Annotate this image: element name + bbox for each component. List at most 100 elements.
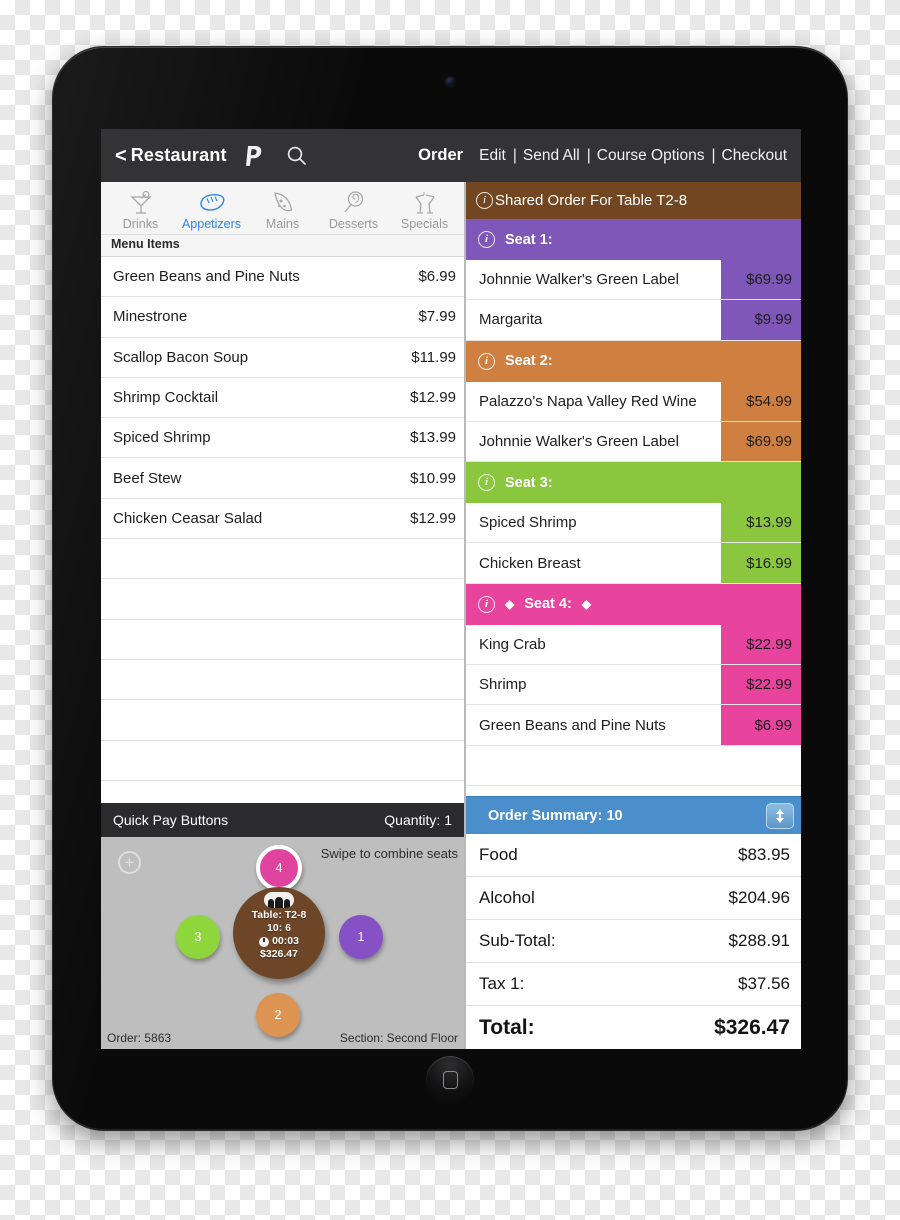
summary-row-value: $204.96 xyxy=(728,888,790,907)
seat-dot-2-number: 2 xyxy=(274,1008,282,1022)
checkout-button[interactable]: Checkout xyxy=(722,147,787,165)
order-item-row[interactable]: Green Beans and Pine Nuts $6.99 xyxy=(466,705,801,746)
course-options-button[interactable]: Course Options xyxy=(597,147,705,165)
menu-items-header: Menu Items xyxy=(101,235,464,257)
order-item-name: Spiced Shrimp xyxy=(479,514,577,532)
order-item-name: Johnnie Walker's Green Label xyxy=(479,271,679,289)
order-item-row[interactable]: Johnnie Walker's Green Label $69.99 xyxy=(466,421,801,463)
tab-mains[interactable]: Mains xyxy=(247,188,318,231)
table-name: Table: T2-8 xyxy=(251,909,307,921)
menu-item-row-empty[interactable] xyxy=(101,781,464,803)
summary-row: Alcohol $204.96 xyxy=(466,877,801,920)
back-button[interactable]: < Restaurant xyxy=(115,145,227,166)
seat-header[interactable]: i Seat 3: xyxy=(466,462,801,504)
order-item-row[interactable]: Margarita $9.99 xyxy=(466,300,801,341)
menu-item-row[interactable]: Shrimp Cocktail $12.99 xyxy=(101,378,464,419)
seat-dot-2[interactable]: 2 xyxy=(256,993,300,1037)
order-item-row[interactable]: Shrimp $22.99 xyxy=(466,665,801,706)
main-content: Drinks Appetizers Mains Desserts Special… xyxy=(101,182,801,1049)
tab-drinks[interactable]: Drinks xyxy=(105,188,176,231)
menu-item-row[interactable]: Spiced Shrimp $13.99 xyxy=(101,418,464,459)
order-item-row-empty[interactable] xyxy=(466,745,801,786)
quick-pay-label[interactable]: Quick Pay Buttons xyxy=(113,812,384,828)
seat-label: Seat 3: xyxy=(505,474,553,491)
send-all-button[interactable]: Send All xyxy=(523,147,580,165)
summary-row-label: Food xyxy=(479,845,518,864)
diamond-icon: ◆ xyxy=(581,597,592,612)
shared-order-header[interactable]: i Shared Order For Table T2-8 xyxy=(466,182,801,219)
tab-appetizers[interactable]: Appetizers xyxy=(176,188,247,231)
seat-map[interactable]: + Swipe to combine seats 4 3 1 2 Table: … xyxy=(101,837,464,1049)
swipe-hint-label: Swipe to combine seats xyxy=(320,846,458,861)
search-icon[interactable] xyxy=(286,145,308,167)
menu-item-row-empty[interactable] xyxy=(101,539,464,580)
order-item-price: $22.99 xyxy=(721,624,801,665)
menu-item-price: $11.99 xyxy=(411,348,456,366)
seat-dot-1[interactable]: 1 xyxy=(339,915,383,959)
menu-item-row[interactable]: Scallop Bacon Soup $11.99 xyxy=(101,338,464,378)
menu-item-name: Beef Stew xyxy=(113,469,182,487)
separator-3: | xyxy=(711,146,716,164)
order-summary-header: Order Summary: 10 xyxy=(466,796,801,834)
order-item-row[interactable]: Chicken Breast $16.99 xyxy=(466,543,801,584)
order-item-row[interactable]: King Crab $22.99 xyxy=(466,624,801,666)
menu-item-row-empty[interactable] xyxy=(101,700,464,741)
back-button-label: Restaurant xyxy=(130,145,227,165)
menu-item-row-empty[interactable] xyxy=(101,660,464,701)
menu-item-list[interactable]: Green Beans and Pine Nuts $6.99 Minestrone… xyxy=(101,257,464,803)
seat-header[interactable]: i ◆ Seat 4: ◆ xyxy=(466,583,801,625)
order-item-row[interactable]: Palazzo's Napa Valley Red Wine $54.99 xyxy=(466,381,801,422)
up-down-arrow-icon[interactable] xyxy=(766,802,794,829)
summary-row-label: Sub-Total: xyxy=(479,931,556,950)
summary-row: Food $83.95 xyxy=(466,834,801,877)
seat-dot-4[interactable]: 4 xyxy=(256,845,302,891)
table-amount: $326.47 xyxy=(260,948,298,960)
cheers-icon xyxy=(411,188,439,216)
order-tab-label[interactable]: Order xyxy=(418,146,463,165)
back-chevron-icon: < xyxy=(115,144,127,167)
info-icon[interactable]: i xyxy=(478,352,495,370)
order-item-name: King Crab xyxy=(479,635,546,653)
menu-item-row[interactable]: Green Beans and Pine Nuts $6.99 xyxy=(101,257,464,298)
order-item-row-empty[interactable] xyxy=(466,785,801,796)
menu-item-row-empty[interactable] xyxy=(101,741,464,781)
menu-item-name: Shrimp Cocktail xyxy=(113,389,219,407)
tab-specials[interactable]: Specials xyxy=(389,188,460,231)
menu-item-row-empty[interactable] xyxy=(101,620,464,660)
seat-dot-3[interactable]: 3 xyxy=(176,915,220,959)
order-item-name: Green Beans and Pine Nuts xyxy=(479,716,666,734)
menu-item-row[interactable]: Beef Stew $10.99 xyxy=(101,458,464,499)
order-items-list[interactable]: i Shared Order For Table T2-8 i Seat 1: John… xyxy=(466,182,801,796)
paypal-icon[interactable] xyxy=(244,144,264,168)
info-icon[interactable]: i xyxy=(478,595,495,613)
menu-item-row-empty[interactable] xyxy=(101,579,464,620)
edit-button[interactable]: Edit xyxy=(479,147,506,165)
seat-header[interactable]: i Seat 2: xyxy=(466,340,801,382)
order-item-row[interactable]: Johnnie Walker's Green Label $69.99 xyxy=(466,260,801,301)
seat-dot-3-number: 3 xyxy=(194,930,202,944)
seat-dot-4-number: 4 xyxy=(275,861,283,875)
seat-label: Seat 2: xyxy=(505,353,553,370)
tab-desserts[interactable]: Desserts xyxy=(318,188,389,231)
menu-item-name: Spiced Shrimp xyxy=(113,429,211,447)
pizza-icon xyxy=(270,188,296,216)
summary-row: Total: $326.47 xyxy=(466,1006,801,1049)
home-square-icon xyxy=(442,1071,458,1089)
order-item-name: Chicken Breast xyxy=(479,554,581,572)
plus-circle-icon[interactable]: + xyxy=(118,851,141,874)
menu-item-row[interactable]: Chicken Ceasar Salad $12.99 xyxy=(101,499,464,540)
lollipop-icon xyxy=(341,188,367,216)
order-summary-title: Order Summary: 10 xyxy=(488,807,623,824)
summary-row-label: Alcohol xyxy=(479,888,535,907)
menu-item-row[interactable]: Minestrone $7.99 xyxy=(101,297,464,338)
info-icon[interactable]: i xyxy=(478,474,495,492)
table-time: 00:03 xyxy=(272,935,299,947)
seat-header[interactable]: i Seat 1: xyxy=(466,219,801,260)
info-icon[interactable]: i xyxy=(478,231,495,248)
menu-item-price: $13.99 xyxy=(410,429,456,447)
info-icon[interactable]: i xyxy=(476,192,493,209)
home-button[interactable] xyxy=(426,1056,474,1104)
table-node[interactable]: Table: T2-8 10: 6 00:03 $326.47 xyxy=(233,887,325,979)
order-item-row[interactable]: Spiced Shrimp $13.99 xyxy=(466,503,801,544)
bread-icon xyxy=(198,188,226,216)
